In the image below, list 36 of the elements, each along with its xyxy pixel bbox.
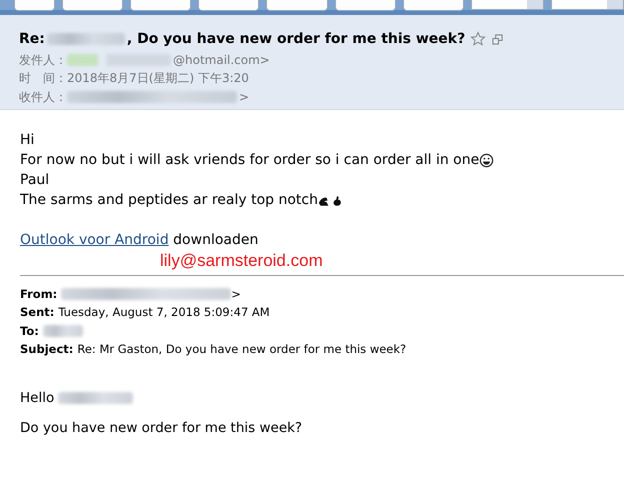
star-icon[interactable] <box>470 31 486 47</box>
quoted-field-label: To: <box>20 324 39 338</box>
toolbar-button[interactable] <box>14 0 55 11</box>
quoted-greeting: Hello <box>20 390 54 406</box>
field-value: 2018年8月7日(星期二) 下午3:20 <box>67 70 249 88</box>
quoted-message: Do you have new order for me this week? <box>20 420 304 436</box>
outlook-android-link[interactable]: Outlook voor Android <box>20 230 169 250</box>
quoted-field-value: > <box>231 287 241 302</box>
field-label: 发件人： <box>19 52 67 69</box>
toolbar-dropdown[interactable] <box>551 0 624 10</box>
field-value: > <box>239 90 250 104</box>
field-label: 时 间： <box>19 70 67 88</box>
quoted-field-label: Subject: <box>20 342 74 356</box>
quoted-field-value: Tuesday, August 7, 2018 5:09:47 AM <box>58 305 270 320</box>
quoted-field-label: From: <box>20 287 58 302</box>
subject-prefix: Re: <box>19 31 45 47</box>
quoted-field-label: Sent: <box>20 305 54 320</box>
toolbar-dropdown[interactable] <box>471 0 544 10</box>
grinning-face-icon <box>479 152 494 168</box>
message-line: Paul <box>20 171 50 190</box>
greeting-text: Hi <box>20 131 36 150</box>
field-value: @hotmail.com> <box>173 53 270 68</box>
toolbar-button[interactable] <box>334 0 396 11</box>
message-line: For now no but i will ask vriends for order so i can order all in one <box>20 151 480 170</box>
toolbar-button[interactable] <box>130 0 192 11</box>
field-label: 收件人： <box>19 88 67 106</box>
watermark-email-text: lily@sarmsteroid.com <box>160 250 324 272</box>
toolbar-button[interactable] <box>62 0 123 11</box>
quoted-field-value: Re: Mr Gaston, Do you have new order for me this week? <box>77 342 406 356</box>
new-window-icon[interactable] <box>492 34 504 44</box>
message-line: The sarms and peptides ar realy top notch <box>20 191 318 210</box>
download-text: downloaden <box>172 231 258 250</box>
email-subject: , Do you have new order for me this week? <box>126 31 466 47</box>
toolbar-button[interactable] <box>402 0 464 11</box>
toolbar-button[interactable] <box>266 0 328 11</box>
toolbar-button[interactable] <box>198 0 260 11</box>
